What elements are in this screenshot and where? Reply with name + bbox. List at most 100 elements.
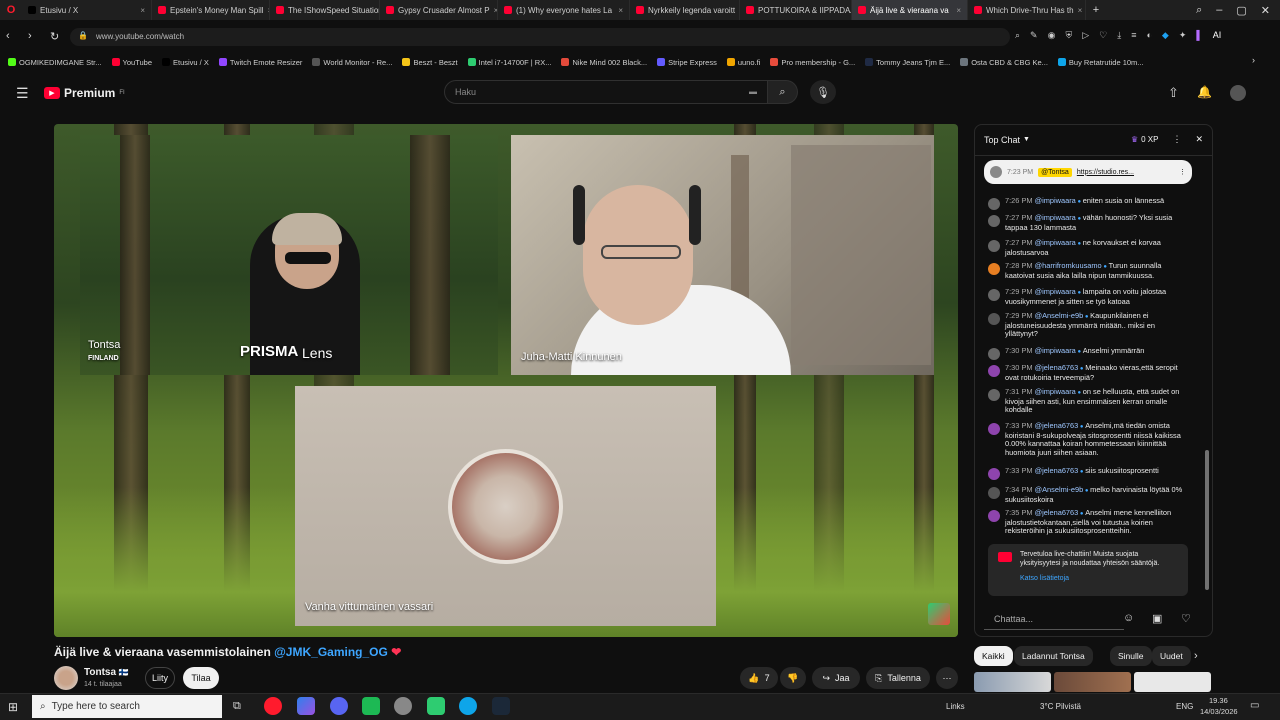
taskbar-search-input[interactable]: ⌕ Type here to search [32,695,222,718]
app-taskbar-icon-5[interactable] [394,697,412,715]
browser-tab[interactable]: (1) Why everyone hates La × [498,0,630,20]
back-icon[interactable]: ‹ [6,30,10,42]
chat-author[interactable]: @impiwaara [1035,346,1076,355]
browser-tab[interactable]: Gypsy Crusader Almost P × [380,0,498,20]
heart-reaction-icon[interactable]: ♡ [1181,612,1191,625]
search-input[interactable]: Haku ▬ [444,80,768,104]
chat-message[interactable]: 7:27 PM @impiwaara ● vähän huonosti? Yks… [988,213,1188,232]
chat-author[interactable]: @jelena6763 [1035,508,1079,517]
shield-icon[interactable]: ⛨ [1065,30,1072,41]
chat-message[interactable]: 7:29 PM @Anselmi-e9b ● Kaupunkilainen ei… [988,311,1188,339]
chat-input[interactable]: Chattaa... [984,608,1124,630]
browser-tab[interactable]: Which Drive-Thru Has th × [968,0,1086,20]
tab-close-icon[interactable]: × [956,6,961,15]
chat-message[interactable]: 7:27 PM @impiwaara ● ne korvaukset ei ko… [988,238,1188,257]
bookmark-item[interactable]: Tommy Jeans Tjm E... [865,58,950,67]
pinned-menu-icon[interactable]: ⋮ [1179,168,1186,176]
account-avatar[interactable] [1230,85,1246,101]
chat-author[interactable]: @impiwaara [1035,287,1076,296]
chat-message[interactable]: 7:33 PM @jelena6763 ● Anselmi,mä tiedän … [988,421,1188,457]
browser-tab[interactable]: Äijä live & vieraana va × [852,0,968,20]
search-button[interactable]: ⌕ [768,80,798,104]
bookmark-item[interactable]: Pro membership - G... [770,58,855,67]
browser-tab[interactable]: Etusivu / X × [22,0,152,20]
chip-0[interactable]: Kaikki [974,646,1013,666]
channel-avatar[interactable] [54,666,78,690]
chip-1[interactable]: Ladannut Tontsa [1014,646,1093,666]
browser-tab[interactable]: POTTUKOIRA & IIPPADAA× [740,0,852,20]
bookmark-item[interactable]: Buy Retatrutide 10m... [1057,58,1144,67]
bookmark-item[interactable]: Etusivu / X [162,58,209,67]
recommended-thumbnail-2[interactable] [1054,672,1131,692]
bookmarks-overflow-icon[interactable]: › [1252,55,1255,65]
chat-author[interactable]: @Anselmi-e9b [1035,311,1084,320]
chat-message[interactable]: 7:30 PM @impiwaara ● Anselmi ymmärrän [988,346,1188,360]
bookmark-item[interactable]: OGMIKEDIMGANE Str... [8,58,102,67]
bookmark-item[interactable]: Beszt - Beszt [402,58,458,67]
chat-author[interactable]: @jelena6763 [1035,466,1079,475]
chat-author[interactable]: @impiwaara [1035,238,1076,247]
chat-message[interactable]: 7:31 PM @impiwaara ● on se helluusta, et… [988,387,1188,415]
more-actions-button[interactable]: ⋯ [936,667,958,689]
tab-close-icon[interactable]: × [140,6,145,15]
chat-close-icon[interactable]: ✕ [1195,134,1203,145]
extension-icon[interactable]: ◆ [1162,30,1169,41]
save-button[interactable]: ⎘ Tallenna [866,667,930,689]
forward-icon[interactable]: › [28,30,32,42]
dislike-button[interactable]: 👎 [780,667,806,689]
camera-icon[interactable]: ◉ [1048,30,1056,41]
chat-message[interactable]: 7:30 PM @jelena6763 ● Meinaako vieras,et… [988,363,1188,382]
heart-icon[interactable]: ♡ [1099,30,1107,41]
app-taskbar-icon-6[interactable] [427,697,445,715]
chat-scrollbar[interactable] [1205,450,1209,590]
taskbar-date[interactable]: 14/03/2026 [1200,707,1238,716]
opera-taskbar-icon[interactable] [264,697,282,715]
close-window-icon[interactable]: ✕ [1261,4,1270,17]
taskbar-time[interactable]: 19.36 [1209,696,1228,705]
discord-taskbar-icon[interactable] [330,697,348,715]
chat-mode-dropdown[interactable]: Top Chat ▼ [984,135,1030,145]
video-title-mention-link[interactable]: @JMK_Gaming_OG [274,645,388,659]
super-chat-icon[interactable]: ▣ [1152,612,1162,625]
chat-author[interactable]: @impiwaara [1035,213,1076,222]
recommended-thumbnail-3[interactable] [1134,672,1211,692]
bookmark-item[interactable]: uuno.fi [726,58,760,67]
minimize-icon[interactable]: – [1216,4,1222,17]
pinned-link[interactable]: https://studio.res... [1077,169,1134,176]
chat-message[interactable]: 7:28 PM @harrifromkuusamo ● Turun suunna… [988,261,1188,280]
download-icon[interactable]: ⤓ [1117,30,1121,41]
maximize-icon[interactable]: ▢ [1236,4,1246,17]
browser-tab[interactable]: Epstein's Money Man Spill× [152,0,270,20]
chip-3[interactable]: Uudet [1152,646,1191,666]
chat-message[interactable]: 7:35 PM @jelena6763 ● Anselmi mene kenne… [988,508,1188,536]
ai-button[interactable]: AI [1213,30,1222,41]
chat-message[interactable]: 7:29 PM @impiwaara ● lampaita on voitu j… [988,287,1188,306]
new-tab-icon[interactable]: + [1086,0,1106,20]
youtube-logo[interactable]: ▶ Premium FI [44,86,125,100]
chat-author[interactable]: @jelena6763 [1035,421,1079,430]
chip-2[interactable]: Sinulle [1110,646,1152,666]
chat-author[interactable]: @Anselmi-e9b [1035,485,1084,494]
tab-close-icon[interactable]: × [1078,6,1083,15]
bookmark-item[interactable]: World Monitor - Re... [312,58,392,67]
join-button[interactable]: Liity [145,667,175,689]
chat-message[interactable]: 7:33 PM @jelena6763 ● siis sukusiitospro… [988,466,1188,480]
search-tabs-icon[interactable]: ⌕ [1196,4,1202,17]
xp-badge[interactable]: ♛ 0 XP [1131,135,1159,144]
emoji-icon[interactable]: ☺ [1123,612,1134,624]
bookmark-item[interactable]: YouTube [111,58,152,67]
bookmark-item[interactable]: Nike Mind 002 Black... [561,58,647,67]
steam-taskbar-icon[interactable] [492,697,510,715]
bookmark-item[interactable]: Intel i7-14700F | RX... [467,58,551,67]
tab-close-icon[interactable]: × [618,6,623,15]
browser-tab[interactable]: The IShowSpeed Situation× [270,0,380,20]
play-icon[interactable]: ▷ [1082,30,1089,41]
pinned-message[interactable]: 7:23 PM @Tontsa https://studio.res... ⋮ [984,160,1192,184]
menu-icon[interactable]: ≡ [1131,30,1136,41]
create-upload-icon[interactable]: ⇧ [1168,85,1179,101]
bookmark-item[interactable]: Stripe Express [657,58,717,67]
sidebar-icon[interactable]: ▌ [1196,30,1202,41]
chat-menu-icon[interactable]: ⋮ [1172,134,1181,145]
url-field[interactable]: 🔒 www.youtube.com/watch [70,28,1010,46]
chat-author[interactable]: @jelena6763 [1035,363,1079,372]
